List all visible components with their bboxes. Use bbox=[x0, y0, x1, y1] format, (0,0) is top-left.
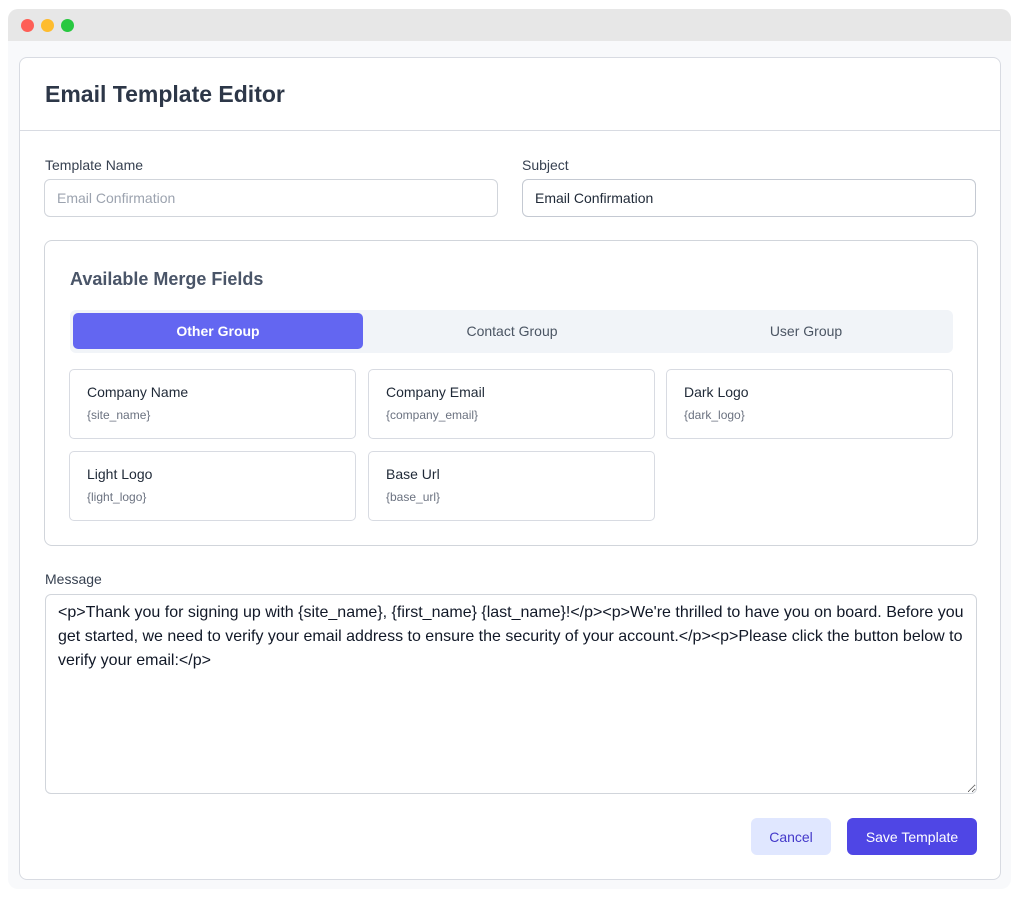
merge-field-code: {light_logo} bbox=[87, 490, 147, 504]
merge-field-company-email[interactable]: Company Email {company_email} bbox=[368, 369, 655, 439]
merge-field-code: {site_name} bbox=[87, 408, 151, 422]
close-window-icon[interactable] bbox=[21, 19, 34, 32]
window-titlebar bbox=[8, 9, 1011, 41]
editor-card: Email Template Editor Template Name Subj… bbox=[19, 57, 1001, 880]
merge-field-company-name[interactable]: Company Name {site_name} bbox=[69, 369, 356, 439]
page-title: Email Template Editor bbox=[45, 81, 285, 107]
subject-input[interactable] bbox=[522, 179, 976, 217]
message-textarea[interactable]: <p>Thank you for signing up with {site_n… bbox=[45, 594, 977, 794]
merge-field-light-logo[interactable]: Light Logo {light_logo} bbox=[69, 451, 356, 521]
tab-other-group[interactable]: Other Group bbox=[73, 313, 363, 349]
maximize-window-icon[interactable] bbox=[61, 19, 74, 32]
merge-field-label: Light Logo bbox=[87, 466, 153, 482]
merge-field-dark-logo[interactable]: Dark Logo {dark_logo} bbox=[666, 369, 953, 439]
merge-field-label: Company Email bbox=[386, 384, 485, 400]
app-window: Email Template Editor Template Name Subj… bbox=[8, 9, 1011, 889]
cancel-button[interactable]: Cancel bbox=[751, 818, 831, 855]
card-header: Email Template Editor bbox=[20, 58, 1000, 131]
save-template-button[interactable]: Save Template bbox=[847, 818, 977, 855]
merge-field-label: Company Name bbox=[87, 384, 189, 400]
merge-field-code: {company_email} bbox=[386, 408, 479, 422]
merge-field-code: {base_url} bbox=[386, 490, 441, 504]
merge-fields-title: Available Merge Fields bbox=[70, 269, 264, 289]
minimize-window-icon[interactable] bbox=[41, 19, 54, 32]
merge-field-code: {dark_logo} bbox=[684, 408, 745, 422]
template-name-input[interactable] bbox=[44, 179, 498, 217]
merge-field-base-url[interactable]: Base Url {base_url} bbox=[368, 451, 655, 521]
subject-label: Subject bbox=[522, 157, 569, 173]
merge-field-label: Dark Logo bbox=[684, 384, 749, 400]
merge-field-tabs: Other Group Contact Group User Group bbox=[70, 310, 953, 353]
tab-user-group[interactable]: User Group bbox=[661, 313, 951, 349]
tab-contact-group[interactable]: Contact Group bbox=[367, 313, 657, 349]
merge-field-label: Base Url bbox=[386, 466, 440, 482]
template-name-label: Template Name bbox=[45, 157, 144, 173]
merge-fields-panel: Available Merge Fields Other Group Conta… bbox=[44, 240, 978, 546]
message-label: Message bbox=[45, 571, 102, 587]
